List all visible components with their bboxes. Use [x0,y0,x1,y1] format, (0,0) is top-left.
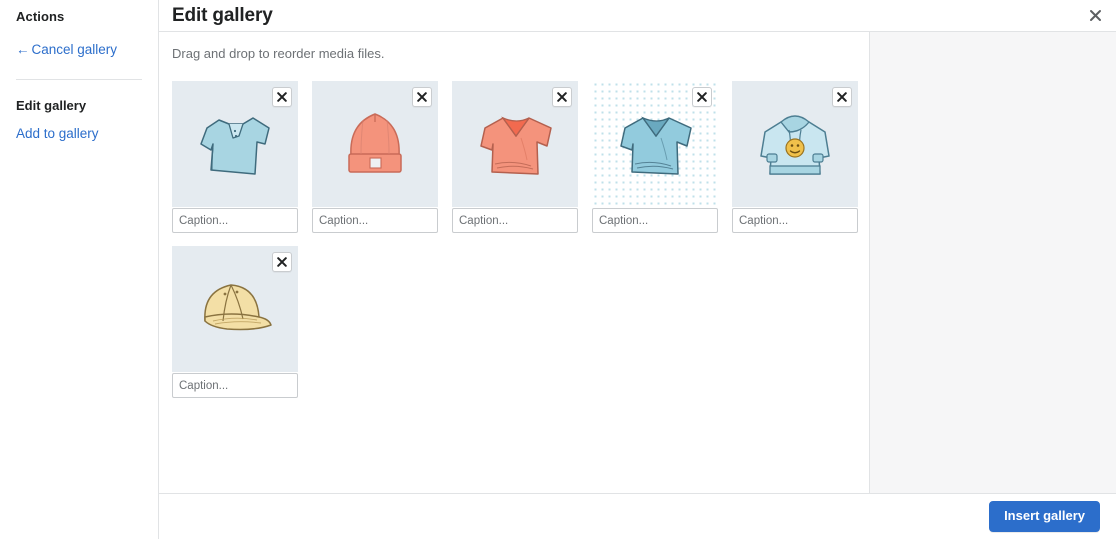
sidebar-divider [16,79,142,80]
remove-media-button[interactable] [272,87,292,107]
close-icon [837,92,847,102]
media-card[interactable] [172,246,298,398]
gallery-content-pane: Drag and drop to reorder media files. [159,32,870,493]
close-icon[interactable] [1082,3,1108,29]
modal-header: Edit gallery [159,0,1116,32]
remove-media-button[interactable] [832,87,852,107]
edit-gallery-modal: Actions ←Cancel gallery Edit gallery Add… [0,0,1116,539]
sidebar-edit-gallery-heading: Edit gallery [16,98,142,113]
modal-footer: Insert gallery [159,494,1116,539]
media-card[interactable] [452,81,578,233]
baseball-cap-image [185,259,285,359]
close-icon [557,92,567,102]
close-icon [277,257,287,267]
blue-vneck-shirt-image [605,94,705,194]
caption-input[interactable] [312,208,438,233]
hoodie-image [745,94,845,194]
page-title: Edit gallery [159,6,273,25]
coral-vneck-shirt-image [465,94,565,194]
right-side-panel [870,32,1116,493]
gallery-grid [172,81,870,398]
remove-media-button[interactable] [272,252,292,272]
sidebar-actions-heading: Actions [16,0,142,24]
modal-main: Edit gallery Drag and drop to reorder me… [159,0,1116,539]
close-icon [277,92,287,102]
caption-input[interactable] [592,208,718,233]
sidebar-add-to-gallery-link[interactable]: Add to gallery [16,126,142,142]
drag-and-drop-hint: Drag and drop to reorder media files. [172,46,869,61]
sidebar-cancel-gallery-label: Cancel gallery [32,42,118,57]
caption-input[interactable] [172,373,298,398]
caption-input[interactable] [732,208,858,233]
modal-body: Drag and drop to reorder media files. [159,32,1116,494]
remove-media-button[interactable] [552,87,572,107]
media-card[interactable] [172,81,298,233]
close-icon [697,92,707,102]
media-card[interactable] [732,81,858,233]
polo-shirt-image [185,94,285,194]
caption-input[interactable] [172,208,298,233]
actions-sidebar: Actions ←Cancel gallery Edit gallery Add… [0,0,159,539]
beanie-hat-image [325,94,425,194]
sidebar-cancel-gallery-link[interactable]: ←Cancel gallery [16,42,142,58]
remove-media-button[interactable] [692,87,712,107]
back-arrow-icon: ← [16,42,30,57]
caption-input[interactable] [452,208,578,233]
close-icon [417,92,427,102]
remove-media-button[interactable] [412,87,432,107]
media-card[interactable] [312,81,438,233]
media-card[interactable] [592,81,718,233]
insert-gallery-button[interactable]: Insert gallery [989,501,1100,531]
